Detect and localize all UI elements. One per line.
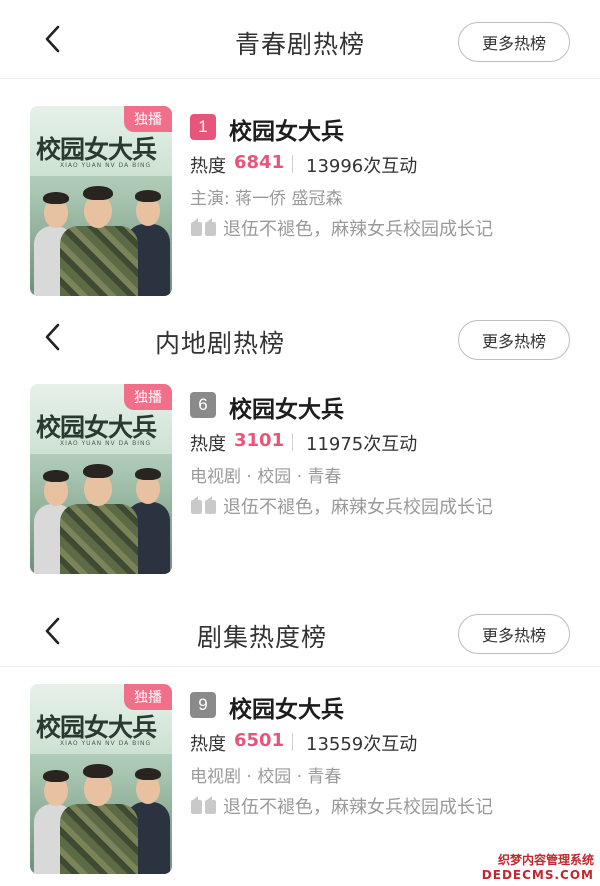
show-description: 退伍不褪色，麻辣女兵校园成长记 [223, 797, 493, 818]
show-meta: 电视剧 · 校园 · 青春 [190, 767, 342, 787]
heat-value: 3101 [234, 430, 285, 451]
show-description: 退伍不褪色，麻辣女兵校园成长记 [223, 219, 493, 240]
separator [292, 155, 293, 173]
exclusive-badge: 独播 [124, 106, 172, 132]
show-info: 9 校园女大兵 热度 6501 13559次互动 电视剧 · 校园 · 青春 退… [190, 688, 590, 822]
exclusive-badge: 独播 [124, 384, 172, 410]
heat-label: 热度 [190, 156, 226, 177]
quote-icon [191, 496, 216, 514]
show-meta: 主演: 蒋一侨 盛冠森 [190, 189, 343, 209]
show-info: 1 校园女大兵 热度 6841 13996次互动 主演: 蒋一侨 盛冠森 退伍不… [190, 110, 590, 244]
more-rankings-button[interactable]: 更多热榜 [458, 320, 570, 360]
more-rankings-button[interactable]: 更多热榜 [458, 22, 570, 62]
poster-figure [56, 168, 142, 296]
watermark-line2: DEDECMS.COM [481, 868, 594, 882]
show-card[interactable]: 校园女大兵 XIAO YUAN NV DA BING 独播 9 校园女大兵 热度… [30, 684, 590, 876]
ranking-section-youth: 青春剧热榜 更多热榜 校园女大兵 XIAO YUAN NV DA BING 独播… [0, 0, 600, 296]
heat-label: 热度 [190, 434, 226, 455]
show-poster[interactable]: 校园女大兵 XIAO YUAN NV DA BING 独播 [30, 384, 172, 574]
separator [292, 433, 293, 451]
section-header: 青春剧热榜 更多热榜 [0, 0, 600, 80]
show-info: 6 校园女大兵 热度 3101 11975次互动 电视剧 · 校园 · 青春 退… [190, 388, 590, 522]
rank-badge: 1 [190, 114, 216, 140]
poster-figure [56, 746, 142, 874]
quote-icon [191, 218, 216, 236]
heat-value: 6501 [234, 730, 285, 751]
poster-logo: 校园女大兵 [36, 713, 157, 742]
watermark: 织梦内容管理系统 DEDECMS.COM [482, 851, 594, 882]
heat-label: 热度 [190, 734, 226, 755]
show-title[interactable]: 校园女大兵 [229, 112, 344, 146]
interaction-count: 13559次互动 [306, 734, 418, 755]
show-description: 退伍不褪色，麻辣女兵校园成长记 [223, 497, 493, 518]
divider [0, 78, 600, 79]
show-poster[interactable]: 校园女大兵 XIAO YUAN NV DA BING 独播 [30, 684, 172, 874]
show-card[interactable]: 校园女大兵 XIAO YUAN NV DA BING 独播 1 校园女大兵 热度… [30, 106, 590, 298]
ranking-section-domestic: 内地剧热榜 更多热榜 校园女大兵 XIAO YUAN NV DA BING 独播… [0, 298, 600, 574]
separator [292, 733, 293, 751]
poster-figure [56, 446, 142, 574]
show-poster[interactable]: 校园女大兵 XIAO YUAN NV DA BING 独播 [30, 106, 172, 296]
section-header: 内地剧热榜 更多热榜 [0, 298, 600, 378]
section-header: 剧集热度榜 更多热榜 [0, 594, 600, 674]
section-title: 内地剧热榜 [154, 329, 285, 358]
quote-icon [191, 796, 216, 814]
divider [0, 666, 600, 667]
more-rankings-button[interactable]: 更多热榜 [458, 614, 570, 654]
rank-badge: 9 [190, 692, 216, 718]
poster-logo: 校园女大兵 [36, 413, 157, 442]
heat-value: 6841 [234, 152, 285, 173]
rank-badge: 6 [190, 392, 216, 418]
interaction-count: 13996次互动 [306, 156, 418, 177]
interaction-count: 11975次互动 [306, 434, 418, 455]
poster-logo: 校园女大兵 [36, 135, 157, 164]
show-card[interactable]: 校园女大兵 XIAO YUAN NV DA BING 独播 6 校园女大兵 热度… [30, 384, 590, 576]
show-title[interactable]: 校园女大兵 [229, 390, 344, 424]
show-meta: 电视剧 · 校园 · 青春 [190, 467, 342, 487]
watermark-line1: 织梦内容管理系统 [497, 853, 594, 867]
show-title[interactable]: 校园女大兵 [229, 690, 344, 724]
exclusive-badge: 独播 [124, 684, 172, 710]
ranking-section-series: 剧集热度榜 更多热榜 校园女大兵 XIAO YUAN NV DA BING 独播… [0, 594, 600, 874]
